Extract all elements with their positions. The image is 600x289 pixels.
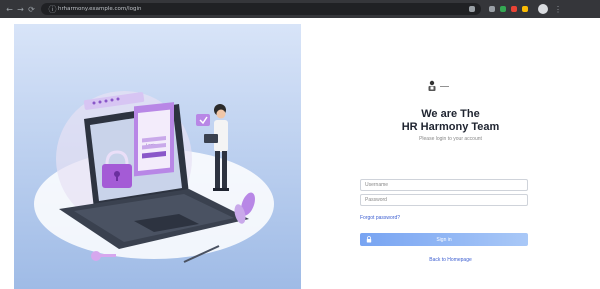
login-subtitle: Please login to your account [419,136,482,142]
login-panel: ▬▬▬ We are The HR Harmony Team Please lo… [301,24,600,289]
extension-icon[interactable] [511,6,517,12]
brand-logo: ▬▬▬ [427,80,449,92]
sign-in-button[interactable]: Sign in [360,233,528,246]
forgot-password-link[interactable]: Forgot password? [360,215,400,221]
address-bar[interactable]: ⓘ hrharmony.example.com/login [41,3,481,15]
profile-avatar-icon[interactable] [538,4,548,14]
puzzle-extensions-icon[interactable] [522,6,528,12]
extension-icon[interactable] [500,6,506,12]
team-logo-icon [428,80,436,91]
bookmark-star-icon[interactable] [469,6,475,12]
logo-wordmark: ▬▬▬ [440,84,449,88]
browser-menu-icon[interactable]: ⋮ [554,5,562,14]
sign-in-label: Sign in [436,236,452,243]
headline-line: HR Harmony Team [401,121,500,133]
lock-icon [366,236,372,243]
extension-icon[interactable] [489,6,495,12]
username-input[interactable] [360,179,528,191]
back-arrow-icon[interactable]: ← [4,5,15,14]
browser-toolbar: ← → ⟳ ⓘ hrharmony.example.com/login ⋮ [0,0,600,18]
back-to-homepage-link[interactable]: Back to Homepage [301,257,600,263]
url-text[interactable]: hrharmony.example.com/login [58,6,142,12]
address-bar-icons [469,6,475,12]
reload-icon[interactable]: ⟳ [26,5,37,14]
site-info-icon[interactable]: ⓘ [47,4,58,15]
hero-illustration-panel: Login [14,24,301,289]
page-title: We are The HR Harmony Team [301,108,600,134]
headline-line: We are The [421,108,480,120]
laptop-login-illustration: Login [34,91,274,263]
forward-arrow-icon[interactable]: → [15,5,26,14]
password-input[interactable] [360,194,528,206]
